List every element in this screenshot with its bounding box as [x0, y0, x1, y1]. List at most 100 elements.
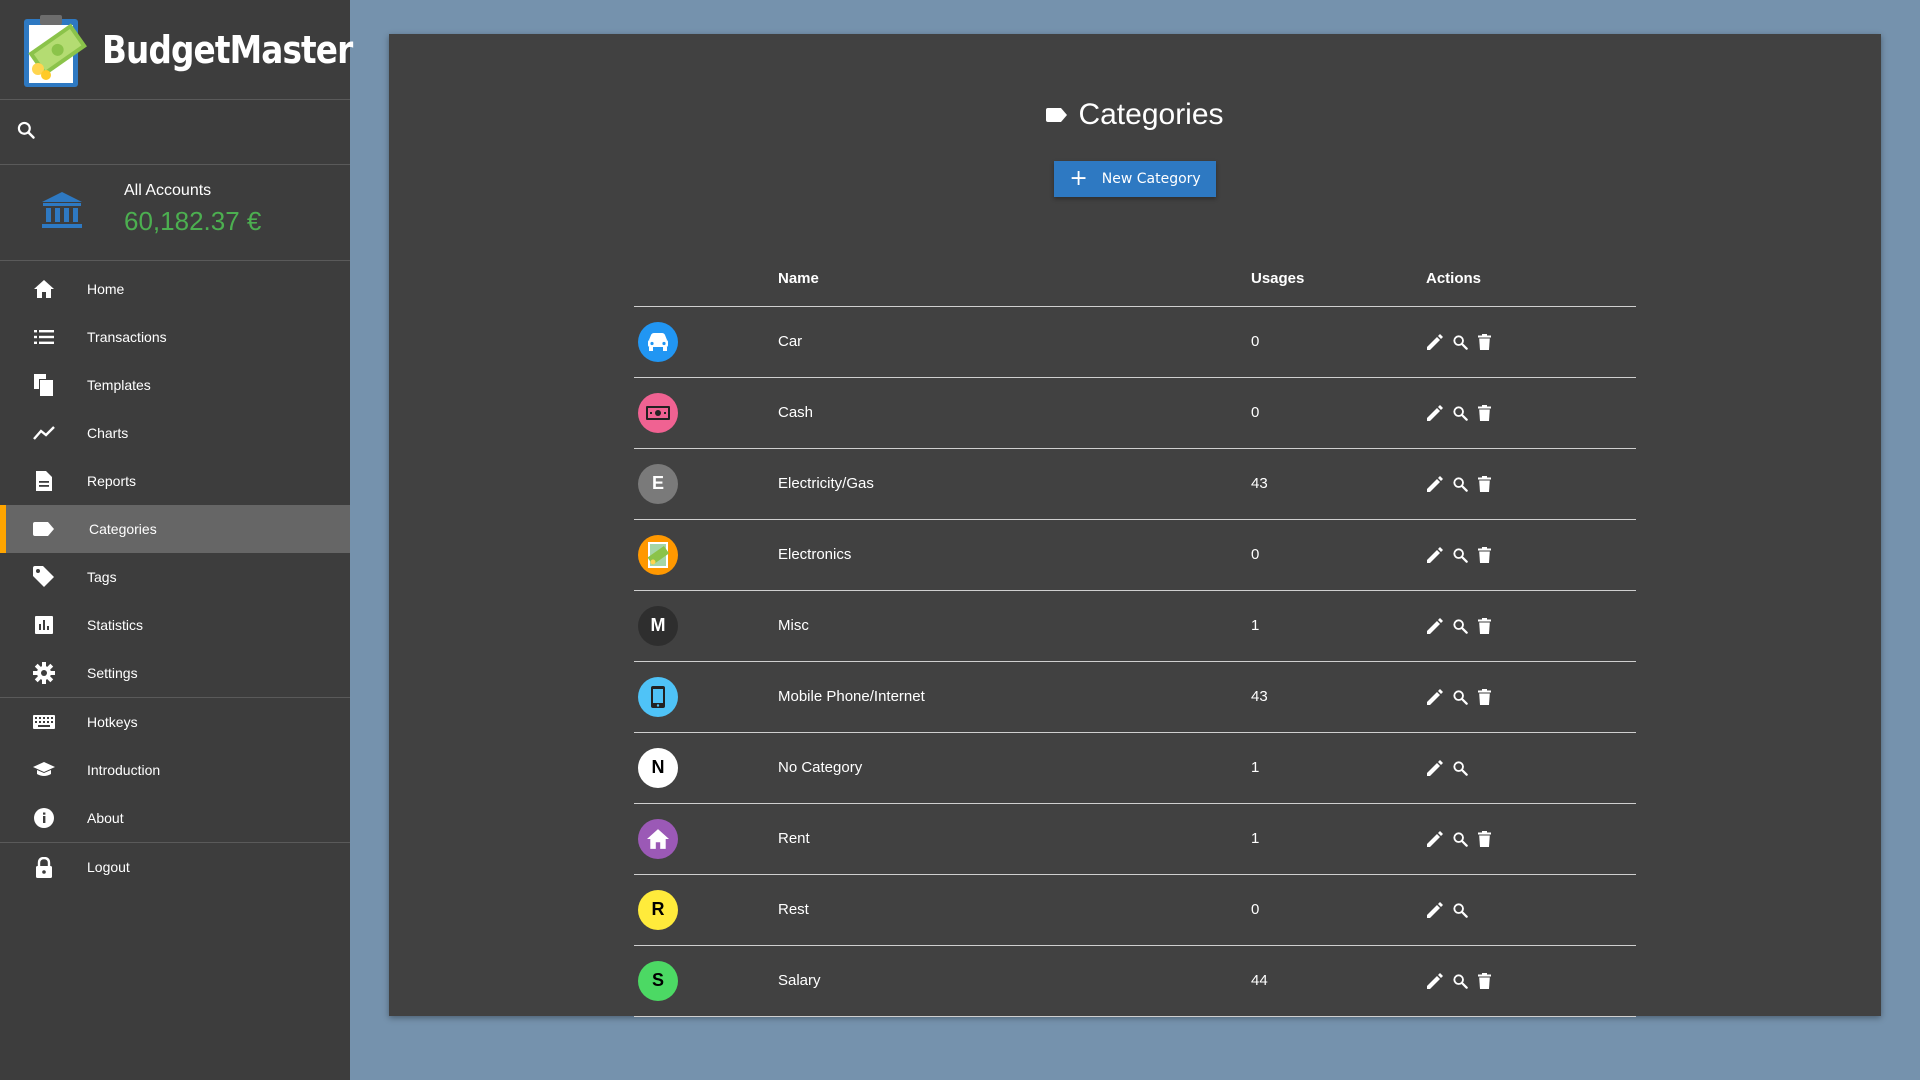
category-name: No Category: [778, 732, 1251, 804]
search-icon[interactable]: [1451, 404, 1468, 421]
category-icon-cell: E: [634, 448, 778, 520]
search-icon[interactable]: [1451, 972, 1468, 989]
nav-item-label: Charts: [87, 425, 129, 441]
category-name: Misc: [778, 590, 1251, 662]
nav-item-label: About: [87, 810, 124, 826]
category-actions: [1426, 377, 1636, 449]
category-icon-cell: M: [634, 590, 778, 662]
edit-icon[interactable]: [1426, 546, 1443, 563]
account-name: All Accounts: [124, 182, 212, 199]
category-icon-cell: [634, 519, 778, 591]
category-actions: [1426, 448, 1636, 520]
bar-chart-icon: [33, 614, 55, 636]
nav-item-statistics[interactable]: Statistics: [0, 601, 350, 649]
nav-item-categories[interactable]: Categories: [0, 505, 350, 553]
table-row: S Salary 44: [634, 945, 1636, 1017]
category-name: Cash: [778, 377, 1251, 449]
search-icon[interactable]: [1451, 901, 1468, 918]
delete-icon[interactable]: [1476, 830, 1493, 847]
search-bar[interactable]: [0, 100, 350, 165]
edit-icon[interactable]: [1426, 475, 1443, 492]
delete-icon[interactable]: [1476, 546, 1493, 563]
category-name: Car: [778, 306, 1251, 378]
category-name: Electronics: [778, 519, 1251, 591]
new-category-button[interactable]: + New Category: [1054, 161, 1216, 197]
list-icon: [33, 326, 55, 348]
categories-table: Name Usages Actions Car 0 Cash 0 E Electricit…: [634, 252, 1636, 1017]
table-row: Electronics 0: [634, 519, 1636, 591]
nav-item-settings[interactable]: Settings: [0, 649, 350, 697]
account-selector[interactable]: All Accounts 60,182.37 €: [0, 165, 350, 261]
phone-icon: [638, 676, 678, 717]
table-row: N No Category 1: [634, 732, 1636, 804]
table-row: Cash 0: [634, 377, 1636, 449]
column-header-icon: [634, 252, 778, 307]
category-usages: 0: [1251, 519, 1426, 591]
search-icon[interactable]: [1451, 546, 1468, 563]
nav-item-label: Tags: [87, 569, 117, 585]
search-icon[interactable]: [1451, 475, 1468, 492]
brand-name: BudgetMaster: [102, 27, 353, 72]
edit-icon[interactable]: [1426, 617, 1443, 634]
edit-icon[interactable]: [1426, 688, 1443, 705]
nav-item-home[interactable]: Home: [0, 265, 350, 313]
category-actions: [1426, 519, 1636, 591]
category-name: Rent: [778, 803, 1251, 875]
edit-icon[interactable]: [1426, 333, 1443, 350]
bank-icon: [40, 190, 84, 235]
info-icon: [33, 807, 55, 829]
search-icon[interactable]: [1451, 759, 1468, 776]
nav-item-label: Categories: [89, 521, 157, 537]
search-icon[interactable]: [1451, 617, 1468, 634]
category-usages: 43: [1251, 448, 1426, 520]
file-copy-icon: [33, 374, 55, 396]
table-row: E Electricity/Gas 43: [634, 448, 1636, 520]
delete-icon[interactable]: [1476, 617, 1493, 634]
brand[interactable]: BudgetMaster: [0, 0, 353, 100]
edit-icon[interactable]: [1426, 830, 1443, 847]
nav-item-label: Home: [87, 281, 125, 297]
search-icon[interactable]: [1451, 688, 1468, 705]
delete-icon[interactable]: [1476, 333, 1493, 350]
school-icon: [33, 759, 55, 781]
nav-item-introduction[interactable]: Introduction: [0, 746, 350, 794]
delete-icon[interactable]: [1476, 404, 1493, 421]
delete-icon[interactable]: [1476, 688, 1493, 705]
nav-item-label: Settings: [87, 665, 138, 681]
category-name: Rest: [778, 874, 1251, 946]
nav-item-logout[interactable]: Logout: [0, 843, 350, 891]
nav-item-tags[interactable]: Tags: [0, 553, 350, 601]
category-icon-cell: [634, 803, 778, 875]
search-icon[interactable]: [16, 120, 36, 145]
categories-card: Categories + New Category Name Usages Ac…: [389, 34, 1881, 1017]
nav-item-templates[interactable]: Templates: [0, 361, 350, 409]
table-row: M Misc 1: [634, 590, 1636, 662]
nav-item-hotkeys[interactable]: Hotkeys: [0, 698, 350, 746]
lock-icon: [33, 856, 55, 878]
car-icon: [638, 321, 678, 362]
delete-icon[interactable]: [1476, 972, 1493, 989]
edit-icon[interactable]: [1426, 901, 1443, 918]
category-letter-icon: S: [638, 960, 678, 1001]
category-usages: 43: [1251, 661, 1426, 733]
category-actions: [1426, 590, 1636, 662]
category-usages: 1: [1251, 732, 1426, 804]
edit-icon[interactable]: [1426, 404, 1443, 421]
nav-item-transactions[interactable]: Transactions: [0, 313, 350, 361]
search-icon[interactable]: [1451, 830, 1468, 847]
category-actions: [1426, 732, 1636, 804]
line-chart-icon: [33, 422, 55, 444]
home-icon: [638, 818, 678, 859]
category-letter-icon: R: [638, 889, 678, 930]
category-name: Mobile Phone/Internet: [778, 661, 1251, 733]
edit-icon[interactable]: [1426, 759, 1443, 776]
nav-item-about[interactable]: About: [0, 794, 350, 842]
nav-item-charts[interactable]: Charts: [0, 409, 350, 457]
edit-icon[interactable]: [1426, 972, 1443, 989]
nav-item-reports[interactable]: Reports: [0, 457, 350, 505]
search-icon[interactable]: [1451, 333, 1468, 350]
delete-icon[interactable]: [1476, 475, 1493, 492]
category-icon-cell: S: [634, 945, 778, 1017]
table-row: R Rest 0: [634, 874, 1636, 946]
category-icon-cell: [634, 661, 778, 733]
